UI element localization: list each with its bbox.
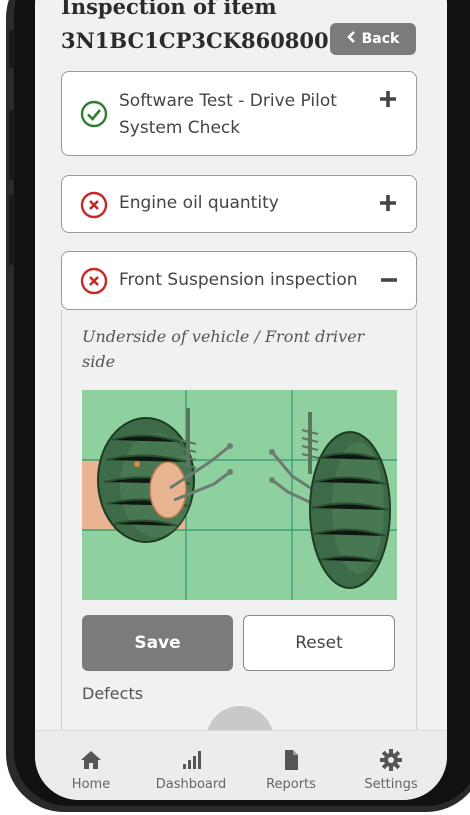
phone-side-button [9, 110, 15, 180]
plus-icon[interactable] [378, 89, 398, 114]
add-defect-button[interactable] [206, 706, 274, 730]
tab-label: Settings [364, 777, 418, 792]
suspension-diagram[interactable] [82, 390, 397, 600]
tab-label: Home [71, 777, 111, 792]
check-circle-icon [80, 100, 108, 128]
suspension-diagram-image [82, 390, 397, 600]
inspection-item-label: Software Test - Drive Pilot System Check [119, 88, 337, 142]
page-title-line: Inspection of item [61, 0, 277, 19]
document-icon [251, 749, 331, 771]
inspection-item-software-test[interactable]: Software Test - Drive Pilot System Check [61, 71, 417, 156]
inspection-item-label-line: Software Test - Drive Pilot [119, 91, 337, 111]
chevron-left-icon [346, 31, 356, 47]
inspection-detail-panel: Underside of vehicle / Front driver side [61, 310, 417, 730]
back-button[interactable]: Back [330, 23, 416, 55]
tab-home[interactable]: Home [51, 749, 131, 792]
reset-button[interactable]: Reset [243, 615, 395, 671]
defects-label: Defects [82, 684, 144, 703]
inspection-item-engine-oil[interactable]: Engine oil quantity [61, 175, 417, 233]
phone-side-button [9, 195, 15, 265]
page-header: Inspection of item 3N1BC1CP3CK860800 Bac… [61, 0, 421, 70]
inspection-item-label: Engine oil quantity [119, 193, 279, 213]
tab-settings[interactable]: Settings [351, 749, 431, 792]
phone-side-button [9, 30, 15, 68]
bottom-tab-bar: Home Dashboard Reports Settings [35, 730, 447, 800]
plus-icon[interactable] [378, 193, 398, 218]
inspection-item-label: Front Suspension inspection [119, 270, 358, 290]
tab-reports[interactable]: Reports [251, 749, 331, 792]
gear-icon [351, 749, 431, 771]
x-circle-icon [80, 191, 108, 219]
back-button-label: Back [361, 31, 400, 47]
app-screen: Inspection of item 3N1BC1CP3CK860800 Bac… [35, 0, 447, 800]
inspection-location: Underside of vehicle / Front driver side [82, 327, 365, 371]
page-title: Inspection of item 3N1BC1CP3CK860800 [61, 0, 329, 58]
inspection-item-front-suspension[interactable]: Front Suspension inspection [61, 251, 417, 310]
inspection-item-label-line: System Check [119, 118, 241, 138]
tab-dashboard[interactable]: Dashboard [151, 749, 231, 792]
scroll-content[interactable]: Inspection of item 3N1BC1CP3CK860800 Bac… [35, 0, 447, 730]
x-circle-icon [80, 267, 108, 295]
home-icon [51, 749, 131, 771]
minus-icon[interactable] [380, 270, 398, 295]
page-title-item-id: 3N1BC1CP3CK860800 [61, 28, 329, 53]
bar-chart-icon [151, 749, 231, 771]
tab-label: Dashboard [155, 777, 227, 792]
tab-label: Reports [266, 777, 316, 792]
save-button[interactable]: Save [82, 615, 233, 671]
